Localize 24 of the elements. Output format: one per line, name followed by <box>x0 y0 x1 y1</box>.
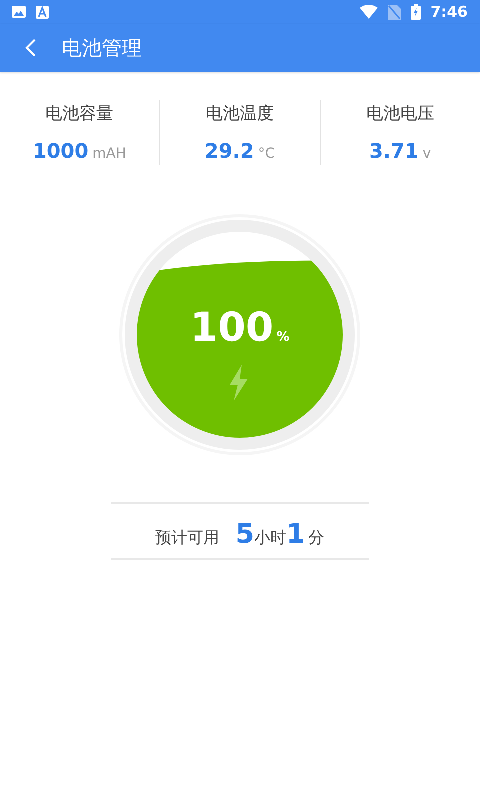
estimate-label: 预计可用 <box>156 528 220 549</box>
minutes-value: 1 <box>286 519 306 550</box>
wifi-icon <box>360 5 378 19</box>
stat-value: 3.71 <box>369 139 419 163</box>
stat-unit: v <box>422 146 432 162</box>
percent-unit: % <box>276 330 290 345</box>
page-title: 电池管理 <box>62 34 142 62</box>
back-icon[interactable] <box>24 38 38 58</box>
hours-value: 5 <box>236 519 254 550</box>
no-sim-icon <box>388 4 401 20</box>
stat-label: 电池容量 <box>46 103 114 125</box>
stat-value: 29.2 <box>204 139 254 163</box>
image-icon <box>12 6 26 18</box>
stat-label: 电池电压 <box>366 103 434 125</box>
clock-time: 7:46 <box>430 3 468 21</box>
stat-unit: °C <box>258 146 276 162</box>
stat-label: 电池温度 <box>206 103 274 125</box>
battery-charging-icon <box>410 4 421 20</box>
font-icon <box>36 6 49 18</box>
stat-value: 1000 <box>32 139 89 163</box>
stat-unit: mAH <box>92 146 126 162</box>
battery-percent: 100 <box>190 305 274 351</box>
hours-unit: 小时 <box>254 528 286 549</box>
minutes-unit: 分 <box>308 528 324 549</box>
